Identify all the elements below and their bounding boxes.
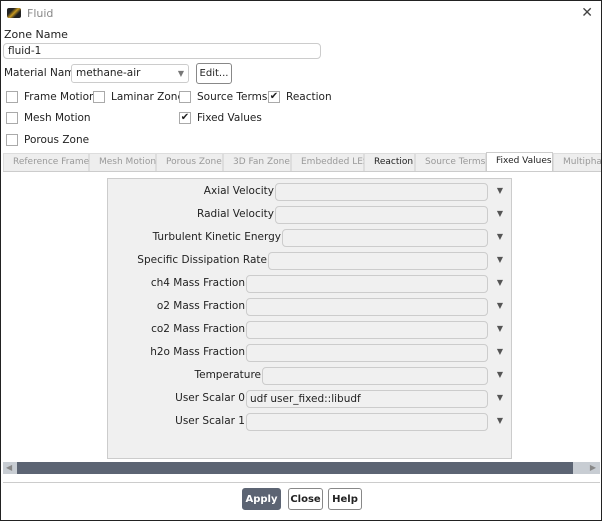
checkbox-icon[interactable] — [93, 91, 105, 103]
divider — [3, 482, 600, 483]
chevron-down-icon[interactable]: ▼ — [497, 209, 503, 218]
chevron-down-icon[interactable]: ▼ — [497, 416, 503, 425]
fixed-value-row: Axial Velocity ▼ — [108, 183, 513, 201]
checkbox-icon[interactable] — [179, 91, 191, 103]
zone-name-input[interactable]: fluid-1 — [3, 43, 321, 59]
fixed-values-panel: Axial Velocity ▼ Radial Velocity ▼ Turbule… — [107, 178, 512, 459]
fixed-value-row: Radial Velocity ▼ — [108, 206, 513, 224]
tab-porous-zone[interactable]: Porous Zone — [156, 153, 223, 171]
scroll-left-icon[interactable]: ◀ — [6, 463, 12, 472]
close-icon[interactable]: ✕ — [581, 5, 593, 21]
checkbox-porous-zone[interactable]: Porous Zone — [6, 134, 89, 146]
field-label: User Scalar 0 — [175, 392, 245, 404]
close-button[interactable]: Close — [288, 488, 323, 510]
fixed-value-row: o2 Mass Fraction ▼ — [108, 298, 513, 316]
tab-reaction[interactable]: Reaction — [364, 153, 415, 171]
checkbox-icon[interactable] — [6, 91, 18, 103]
checkbox-laminar-zone[interactable]: Laminar Zone — [93, 91, 184, 103]
checkbox-label: Frame Motion — [24, 91, 96, 103]
chevron-down-icon[interactable]: ▼ — [497, 347, 503, 356]
window-title: Fluid — [27, 6, 54, 20]
field-label: Turbulent Kinetic Energy — [152, 231, 281, 243]
chevron-down-icon[interactable]: ▼ — [497, 301, 503, 310]
checkbox-reaction[interactable]: ✔ Reaction — [268, 91, 332, 103]
tab-multiphase[interactable]: Multiphase — [553, 153, 601, 171]
field-label: Axial Velocity — [203, 185, 274, 197]
horizontal-scrollbar[interactable]: ◀ ▶ — [3, 462, 600, 474]
checkmark-icon[interactable]: ✔ — [179, 112, 191, 124]
apply-button[interactable]: Apply — [242, 488, 281, 510]
fixed-value-input[interactable] — [246, 275, 488, 293]
field-label: h2o Mass Fraction — [150, 346, 245, 358]
field-label: ch4 Mass Fraction — [150, 277, 245, 289]
chevron-down-icon[interactable]: ▼ — [497, 232, 503, 241]
fixed-value-row: co2 Mass Fraction ▼ — [108, 321, 513, 339]
tab-bar: Reference Frame Mesh Motion Porous Zone … — [3, 152, 601, 172]
fixed-value-row: User Scalar 1 ▼ — [108, 413, 513, 431]
field-label: co2 Mass Fraction — [151, 323, 245, 335]
field-label: User Scalar 1 — [175, 415, 245, 427]
checkbox-mesh-motion[interactable]: Mesh Motion — [6, 112, 91, 124]
checkbox-label: Reaction — [286, 91, 332, 103]
fixed-value-row: Turbulent Kinetic Energy ▼ — [108, 229, 513, 247]
edit-material-button[interactable]: Edit... — [196, 63, 232, 84]
field-label: Specific Dissipation Rate — [137, 254, 267, 266]
fixed-value-input[interactable] — [246, 413, 488, 431]
tab-mesh-motion[interactable]: Mesh Motion — [89, 153, 156, 171]
fixed-value-input[interactable] — [246, 298, 488, 316]
material-select[interactable]: methane-air ▼ — [71, 64, 189, 83]
title-bar: Fluid ✕ — [1, 1, 601, 25]
fixed-value-input[interactable] — [246, 344, 488, 362]
tab-reference-frame[interactable]: Reference Frame — [3, 153, 89, 171]
checkbox-icon[interactable] — [6, 112, 18, 124]
fixed-value-input[interactable] — [275, 206, 488, 224]
fixed-value-input[interactable] — [275, 183, 488, 201]
chevron-down-icon[interactable]: ▼ — [497, 278, 503, 287]
scrollbar-thumb[interactable] — [17, 462, 573, 474]
zone-name-label: Zone Name — [4, 28, 68, 41]
chevron-down-icon[interactable]: ▼ — [497, 393, 503, 402]
field-label: o2 Mass Fraction — [156, 300, 245, 312]
help-button[interactable]: Help — [328, 488, 362, 510]
checkbox-label: Laminar Zone — [111, 91, 184, 103]
fixed-value-input[interactable]: udf user_fixed::libudf — [246, 390, 488, 408]
chevron-down-icon[interactable]: ▼ — [497, 324, 503, 333]
chevron-down-icon[interactable]: ▼ — [497, 370, 503, 379]
fixed-value-row: User Scalar 0 udf user_fixed::libudf ▼ — [108, 390, 513, 408]
fixed-value-row: Specific Dissipation Rate ▼ — [108, 252, 513, 270]
checkbox-frame-motion[interactable]: Frame Motion — [6, 91, 96, 103]
field-label: Temperature — [194, 369, 261, 381]
fixed-value-input[interactable] — [246, 321, 488, 339]
tab-embedded-les[interactable]: Embedded LES — [291, 153, 369, 171]
checkbox-label: Fixed Values — [197, 112, 262, 124]
checkbox-icon[interactable] — [6, 134, 18, 146]
chevron-down-icon: ▼ — [177, 69, 184, 78]
checkbox-label: Mesh Motion — [24, 112, 91, 124]
fixed-value-row: Temperature ▼ — [108, 367, 513, 385]
checkbox-label: Source Terms — [197, 91, 268, 103]
fluid-dialog: Fluid ✕ Zone Name fluid-1 Material Name … — [0, 0, 602, 521]
fixed-value-row: h2o Mass Fraction ▼ — [108, 344, 513, 362]
chevron-down-icon[interactable]: ▼ — [497, 186, 503, 195]
tab-source-terms[interactable]: Source Terms — [415, 153, 486, 171]
scroll-right-icon[interactable]: ▶ — [590, 463, 596, 472]
chevron-down-icon[interactable]: ▼ — [497, 255, 503, 264]
checkmark-icon[interactable]: ✔ — [268, 91, 280, 103]
tab-3d-fan-zone[interactable]: 3D Fan Zone — [223, 153, 291, 171]
material-name-label: Material Name — [4, 67, 81, 79]
checkbox-label: Porous Zone — [24, 134, 90, 146]
tab-fixed-values[interactable]: Fixed Values — [486, 152, 553, 171]
checkbox-source-terms[interactable]: Source Terms — [179, 91, 267, 103]
fixed-value-input[interactable] — [282, 229, 488, 247]
checkbox-fixed-values[interactable]: ✔ Fixed Values — [179, 112, 262, 124]
fixed-value-input[interactable] — [268, 252, 488, 270]
material-value: methane-air — [76, 67, 141, 79]
fixed-value-input[interactable] — [262, 367, 488, 385]
field-label: Radial Velocity — [197, 208, 274, 220]
fixed-value-row: ch4 Mass Fraction ▼ — [108, 275, 513, 293]
app-logo-icon — [7, 8, 21, 18]
